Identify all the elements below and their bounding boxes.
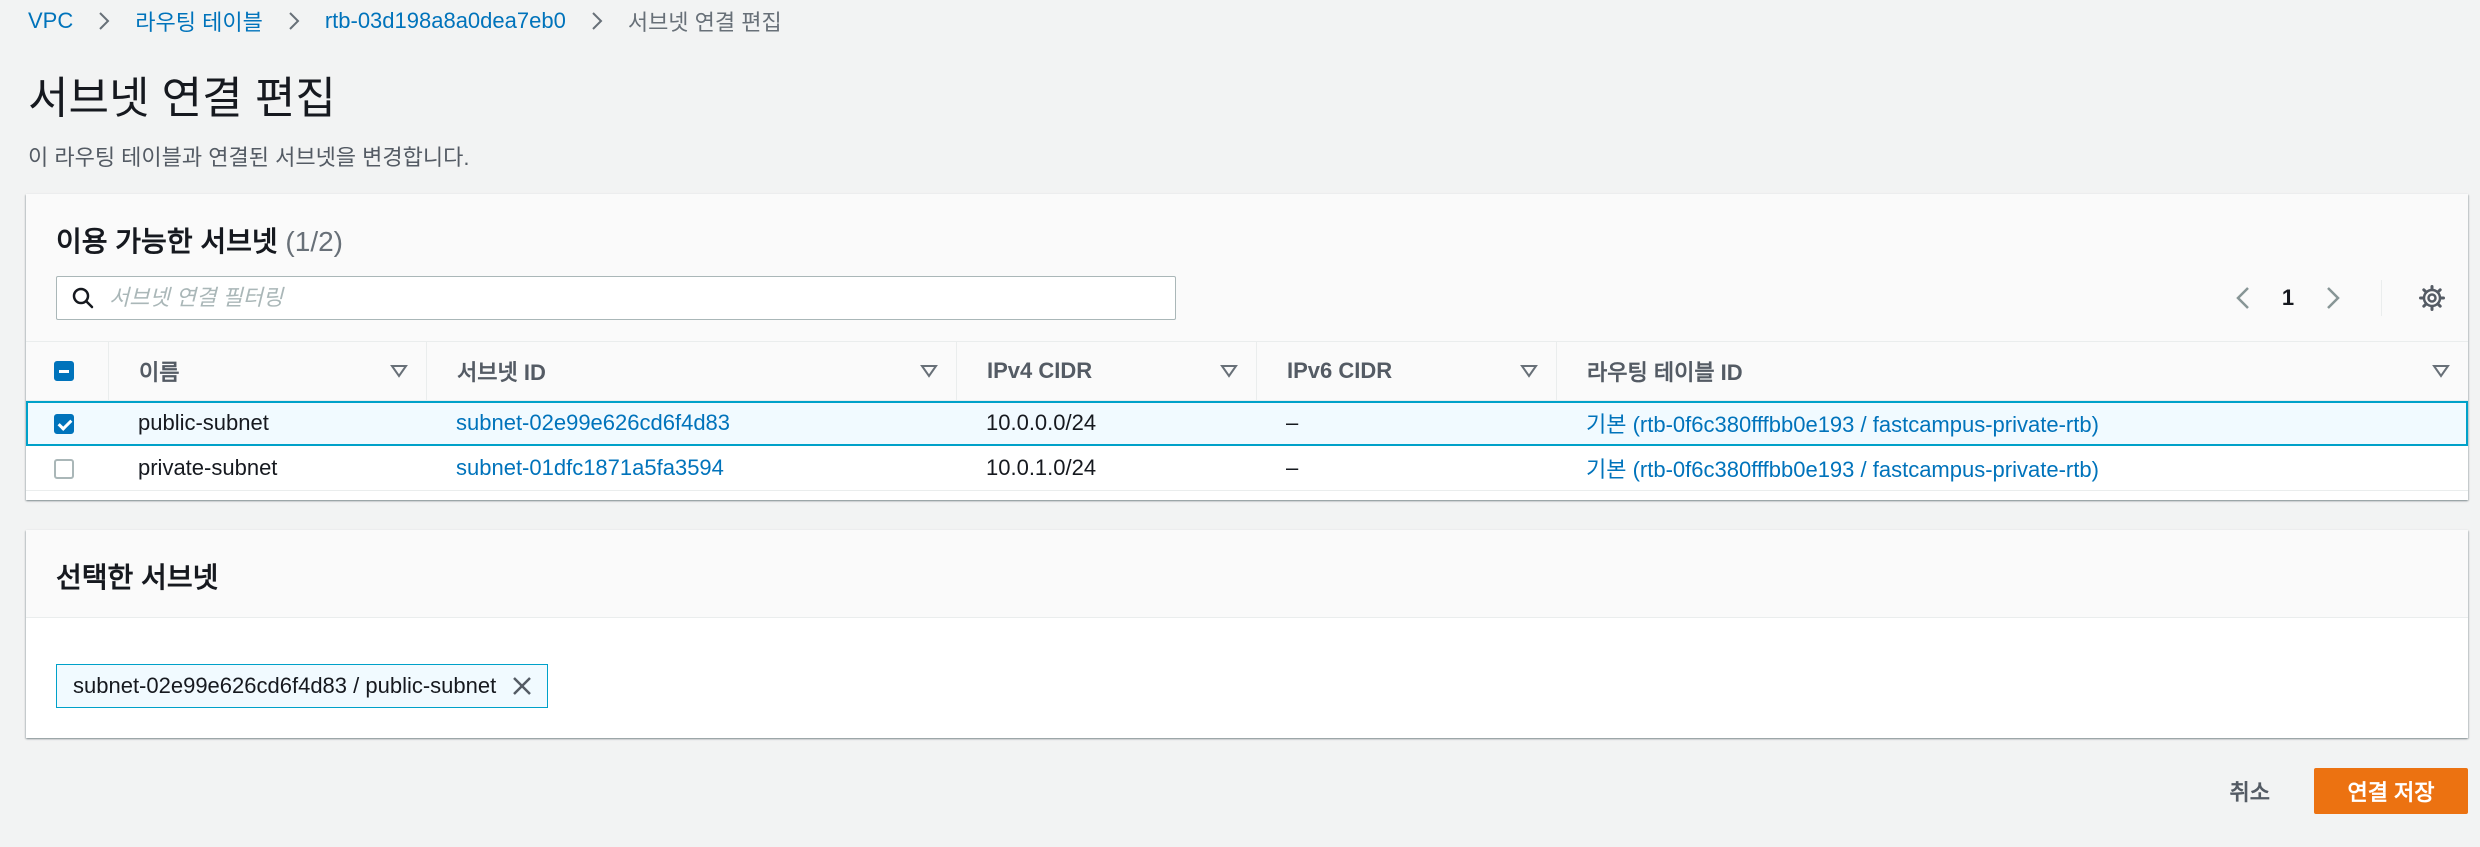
sort-icon [390,365,408,378]
token-label: subnet-02e99e626cd6f4d83 / public-subnet [73,673,497,698]
selected-subnets-panel: 선택한 서브넷 subnet-02e99e626cd6f4d83 / publi… [26,530,2468,738]
next-page-button[interactable] [2313,278,2353,318]
cell-name: private-subnet [138,455,278,480]
available-subnets-title-text: 이용 가능한 서브넷 [56,226,278,257]
subnet-id-link[interactable]: subnet-02e99e626cd6f4d83 [456,410,730,435]
pager-divider [2381,280,2382,316]
available-subnets-title: 이용 가능한 서브넷 (1/2) [56,220,343,260]
chevron-left-icon [2236,287,2249,309]
chevron-right-icon [2327,287,2340,309]
remove-token-button[interactable] [507,671,537,701]
selected-subnets-title: 선택한 서브넷 [56,562,219,593]
cell-ipv4-cidr: 10.0.0.0/24 [986,410,1097,435]
chevron-right-icon [590,10,604,32]
sort-icon [1220,365,1238,378]
prev-page-button[interactable] [2223,278,2263,318]
search-icon [71,286,95,310]
gear-icon [2419,285,2445,311]
selected-subnet-token: subnet-02e99e626cd6f4d83 / public-subnet [56,664,548,708]
subnet-id-link[interactable]: subnet-01dfc1871a5fa3594 [456,455,724,480]
sort-icon [2432,365,2450,378]
row-checkbox[interactable] [54,459,74,480]
filter-box [56,276,1176,320]
filter-input[interactable] [107,284,1157,312]
row-checkbox[interactable] [54,414,74,435]
breadcrumb-item-route-table-id[interactable]: rtb-03d198a8a0dea7eb0 [325,8,566,34]
save-associations-button[interactable]: 연결 저장 [2314,768,2468,814]
form-actions: 취소 연결 저장 [2202,768,2468,814]
column-header-name[interactable]: 이름 [108,342,426,401]
cell-ipv6-cidr: – [1286,410,1299,435]
column-header-route-table-id[interactable]: 라우팅 테이블 ID [1556,342,2468,401]
table-row[interactable]: public-subnet subnet-02e99e626cd6f4d83 1… [26,400,2468,446]
sort-icon [920,365,938,378]
route-table-link[interactable]: 기본 (rtb-0f6c380fffbb0e193 / fastcampus-p… [1586,457,2099,482]
table-row[interactable]: private-subnet subnet-01dfc1871a5fa3594 … [26,446,2468,491]
available-subnets-header: 이용 가능한 서브넷 (1/2) 1 [26,194,2468,342]
cancel-button[interactable]: 취소 [2202,768,2298,814]
breadcrumb-item-vpc[interactable]: VPC [28,8,73,34]
select-all-checkbox[interactable] [54,361,74,381]
page-number[interactable]: 1 [2263,285,2313,311]
breadcrumb-current: 서브넷 연결 편집 [627,10,782,35]
cell-ipv4-cidr: 10.0.1.0/24 [986,455,1097,480]
available-subnets-count: (1/2) [285,226,343,257]
cell-name: public-subnet [138,410,269,435]
breadcrumb: VPC 라우팅 테이블 rtb-03d198a8a0dea7eb0 서브넷 연결… [28,6,782,36]
route-table-link[interactable]: 기본 (rtb-0f6c380fffbb0e193 / fastcampus-p… [1586,412,2099,437]
pagination: 1 [2223,276,2468,320]
page-title: 서브넷 연결 편집 [28,74,336,123]
chevron-right-icon [287,10,301,32]
cell-ipv6-cidr: – [1286,455,1299,480]
preferences-button[interactable] [2410,276,2454,320]
table-header-row: 이름 서브넷 ID IPv4 CIDR IPv6 CIDR 라우팅 테이블 ID [26,342,2468,401]
chevron-right-icon [97,10,111,32]
selected-subnets-header: 선택한 서브넷 [26,530,2468,618]
breadcrumb-item-route-tables[interactable]: 라우팅 테이블 [135,5,263,37]
column-header-ipv6-cidr[interactable]: IPv6 CIDR [1256,342,1556,401]
sort-icon [1520,365,1538,378]
subnets-table: 이름 서브넷 ID IPv4 CIDR IPv6 CIDR 라우팅 테이블 ID… [26,342,2468,491]
column-header-subnet-id[interactable]: 서브넷 ID [426,342,956,401]
available-subnets-panel: 이용 가능한 서브넷 (1/2) 1 [26,194,2468,500]
page-description: 이 라우팅 테이블과 연결된 서브넷을 변경합니다. [28,145,470,170]
close-icon [513,677,531,695]
column-header-ipv4-cidr[interactable]: IPv4 CIDR [956,342,1256,401]
